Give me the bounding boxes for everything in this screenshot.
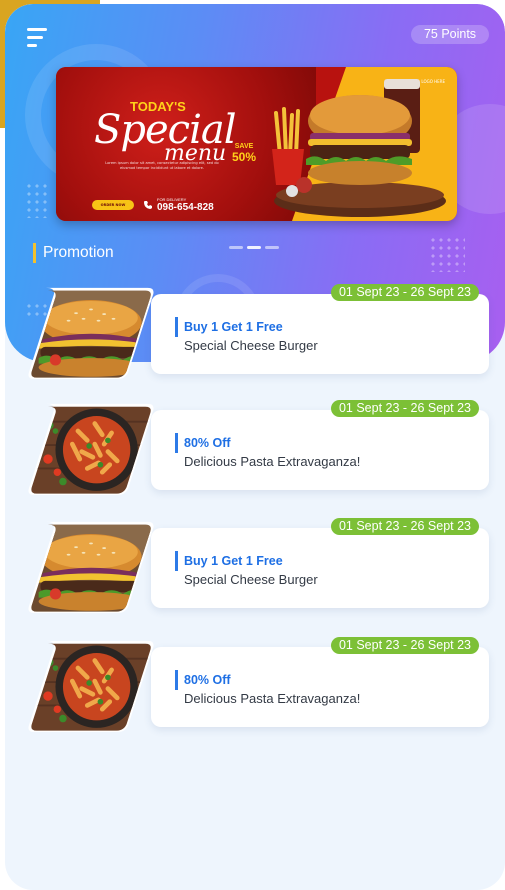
pasta-image [28, 640, 154, 733]
promotion-date-badge: 01 Sept 23 - 26 Sept 23 [330, 637, 479, 654]
carousel-dot[interactable] [265, 246, 279, 249]
promotion-offer: 80% Off [175, 670, 231, 690]
promotion-card[interactable]: 01 Sept 23 - 26 Sept 23 80% Off Deliciou… [19, 637, 489, 737]
promotion-card[interactable]: 01 Sept 23 - 26 Sept 23 Buy 1 Get 1 Free… [19, 284, 489, 384]
promotion-item-name: Delicious Pasta Extravaganza! [184, 454, 361, 469]
order-now-button[interactable]: ORDER NOW [92, 200, 134, 210]
phone-icon [144, 201, 152, 209]
promotion-offer: Buy 1 Get 1 Free [175, 317, 283, 337]
carousel-indicator[interactable] [229, 234, 283, 253]
carousel-dot[interactable] [229, 246, 243, 249]
promotion-offer: 80% Off [175, 433, 231, 453]
promotion-card[interactable]: 01 Sept 23 - 26 Sept 23 80% Off Deliciou… [19, 400, 489, 500]
promotion-item-name: Special Cheese Burger [184, 572, 318, 587]
promotion-item-name: Special Cheese Burger [184, 338, 318, 353]
carousel-dot-active[interactable] [247, 246, 261, 249]
special-menu-banner[interactable]: TODAY'S Special menu Lorem ipsum dolor s… [56, 67, 457, 221]
hamburger-menu-icon[interactable] [27, 28, 49, 48]
burger-image [28, 287, 154, 380]
section-title-promotion: Promotion [33, 243, 114, 263]
decorative-dots [429, 236, 465, 272]
promotion-card[interactable]: 01 Sept 23 - 26 Sept 23 Buy 1 Get 1 Free… [19, 518, 489, 618]
points-badge[interactable]: 75 Points [411, 25, 489, 44]
delivery-phone: 098-654-828 [157, 202, 214, 213]
promotion-offer: Buy 1 Get 1 Free [175, 551, 283, 571]
promotion-item-name: Delicious Pasta Extravaganza! [184, 691, 361, 706]
promotion-date-badge: 01 Sept 23 - 26 Sept 23 [330, 518, 479, 535]
promotion-date-badge: 01 Sept 23 - 26 Sept 23 [330, 284, 479, 301]
burger-image [28, 521, 154, 614]
pasta-image [28, 403, 154, 496]
banner-description: Lorem ipsum dolor sit amet, consectetur … [105, 161, 219, 170]
delivery-info: FOR DELIVERY 098-654-828 [157, 197, 214, 213]
decorative-dots [25, 182, 49, 218]
burger-fries-drink-illustration [272, 79, 446, 217]
app-screen: 75 Points TODAY'S Special menu Lorem ips… [5, 4, 505, 890]
promotion-date-badge: 01 Sept 23 - 26 Sept 23 [330, 400, 479, 417]
